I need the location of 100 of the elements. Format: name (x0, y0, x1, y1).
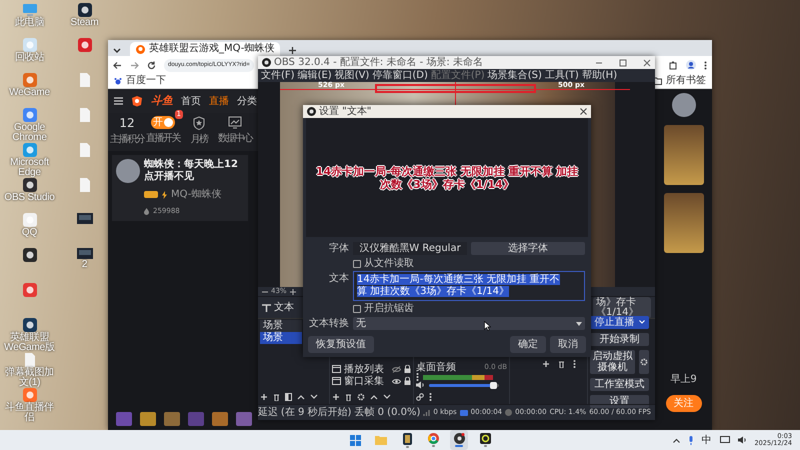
more-icon[interactable] (704, 60, 707, 70)
trash-icon[interactable] (558, 360, 565, 368)
nav-link[interactable]: 首页 (181, 94, 201, 108)
chrome-icon[interactable] (428, 433, 438, 444)
slider-thumb[interactable] (490, 382, 498, 388)
choose-font-button[interactable]: 选择字体 (471, 242, 585, 255)
game-thumbnail[interactable] (188, 412, 204, 426)
game-thumbnail[interactable] (212, 412, 228, 426)
paw-icon (114, 77, 122, 85)
input-method-indicator[interactable]: 中 (702, 432, 712, 448)
checkbox[interactable]: 从文件读取 (353, 258, 585, 269)
gear-icon[interactable] (357, 393, 365, 401)
app-icon[interactable] (22, 318, 36, 332)
minus-icon[interactable] (262, 288, 268, 294)
more-icon[interactable] (429, 393, 432, 401)
dialog-button[interactable]: 取消 (550, 336, 586, 353)
checkbox[interactable]: 开启抗锯齿 (353, 303, 585, 314)
game-app-icon[interactable] (402, 432, 412, 444)
speaker-icon[interactable] (416, 381, 425, 389)
reload-icon[interactable] (147, 60, 156, 70)
control-button[interactable]: 开始录制 (590, 332, 649, 346)
windows-start-icon[interactable] (350, 434, 360, 446)
microphone-icon[interactable] (688, 436, 694, 444)
stat-label[interactable]: 主播积分 (110, 132, 144, 147)
source-name: 播放列表 (344, 362, 384, 376)
close-icon[interactable] (580, 108, 587, 115)
browser-tab[interactable]: 英雄联盟云游戏_MQ-蜘蛛侠 (130, 42, 280, 56)
screenshot-icon[interactable] (76, 248, 92, 259)
stat-label[interactable]: 数据中心 (218, 131, 252, 146)
lock-icon[interactable] (404, 377, 411, 385)
text-input[interactable]: 14赤卡加一局-每次通缴三张 无限加挂 重开不算 加挂次数《3场》存卡《1/14》 (353, 271, 585, 301)
app-icon[interactable] (78, 3, 92, 17)
game-thumbnail[interactable] (116, 412, 132, 426)
game-thumbnail[interactable] (236, 412, 252, 426)
close-icon[interactable] (643, 58, 651, 66)
eye-icon[interactable] (392, 378, 401, 384)
panel-title: 场景 (260, 320, 302, 332)
site-logo[interactable]: 斗鱼 (151, 92, 173, 110)
filter-icon[interactable] (285, 393, 292, 401)
new-tab-icon[interactable] (288, 44, 298, 56)
control-button[interactable]: 停止直播 (590, 316, 649, 328)
monitor-icon[interactable] (720, 436, 730, 444)
back-arrow-icon[interactable] (113, 60, 122, 70)
selection-box[interactable] (375, 84, 536, 93)
menu-item[interactable]: 编辑(E) (298, 69, 332, 82)
gear-icon[interactable] (640, 358, 648, 366)
chart-icon[interactable] (228, 116, 242, 129)
stat-label[interactable]: 月榜 (190, 132, 208, 147)
shield-icon[interactable] (193, 116, 205, 130)
app-icon[interactable] (480, 433, 490, 444)
screenshot-icon[interactable] (76, 213, 92, 224)
avatar-placeholder[interactable] (672, 93, 696, 117)
dropdown[interactable]: 无 (353, 317, 585, 330)
dialog-button[interactable]: 恢复预设值 (308, 336, 374, 353)
maximize-icon[interactable] (619, 58, 627, 66)
app-icon[interactable] (22, 178, 36, 192)
chevron-up-icon[interactable] (672, 438, 680, 442)
eye-off-icon[interactable] (392, 366, 401, 372)
trash-icon[interactable] (345, 393, 352, 401)
sticker-image (664, 193, 704, 253)
scene-item[interactable]: 场景 (260, 332, 302, 344)
all-bookmarks-button[interactable]: 所有书签 (653, 75, 706, 87)
control-button[interactable]: 启动虚拟摄像机 (590, 350, 635, 374)
speaker-icon[interactable] (738, 436, 747, 444)
extension-icon[interactable] (669, 60, 678, 70)
nav-link[interactable]: 直播 (209, 94, 229, 108)
stream-title[interactable]: 蜘蛛侠：每天晚上12点开播不见 (144, 159, 244, 183)
menu-item[interactable]: 文件(F) (261, 69, 295, 82)
control-button[interactable]: 工作室模式 (590, 378, 649, 390)
chevron-down-icon[interactable] (310, 394, 318, 400)
game-thumbnail[interactable] (140, 412, 156, 426)
plus-icon[interactable] (542, 360, 550, 368)
menu-item[interactable]: 场景集合(S) (488, 69, 542, 82)
more-icon[interactable] (416, 373, 419, 381)
game-thumbnail[interactable] (164, 412, 180, 426)
app-icon[interactable] (22, 248, 36, 262)
desktop-icon-label: 回收站 (14, 53, 44, 63)
menu-item[interactable]: 帮助(H) (582, 69, 618, 82)
profile-icon[interactable] (686, 60, 696, 70)
obs-app-icon[interactable] (454, 433, 464, 444)
menu-icon[interactable] (114, 97, 123, 105)
link-icon[interactable] (416, 393, 424, 401)
lock-icon[interactable] (404, 365, 411, 373)
menu-item[interactable]: 工具(T) (544, 69, 579, 82)
settings-button[interactable] (639, 350, 649, 374)
menu-item[interactable]: 停靠窗口(D) (372, 69, 428, 82)
trash-icon[interactable] (273, 393, 280, 401)
menu-item[interactable]: 视图(V) (334, 69, 370, 82)
more-icon[interactable] (573, 360, 576, 368)
chevron-down-icon[interactable] (383, 394, 391, 400)
plus-icon[interactable] (332, 393, 340, 401)
forward-arrow-icon[interactable] (130, 60, 139, 70)
mascot-icon[interactable] (131, 95, 143, 107)
plus-icon[interactable] (290, 288, 296, 294)
dialog-button[interactable]: 确定 (510, 336, 546, 353)
stat-label[interactable]: 直播开关 (146, 131, 180, 146)
bookmark-link[interactable]: 百度一下 (114, 75, 166, 87)
nav-link[interactable]: 分类 (237, 94, 257, 108)
plus-icon[interactable] (260, 393, 268, 401)
streamer-name[interactable]: MQ-蜘蛛侠 (171, 187, 222, 202)
